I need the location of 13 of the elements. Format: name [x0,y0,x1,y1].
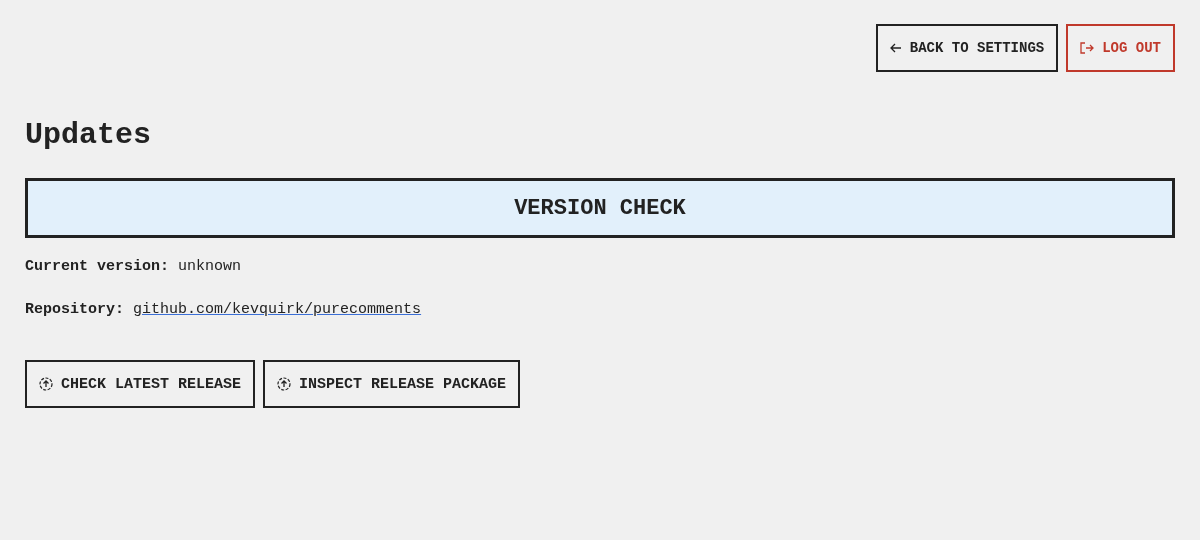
upload-icon [277,377,292,391]
info-line: Repository: github.com/kevquirk/purecomments [25,301,423,318]
upload-icon [39,377,53,391]
section-title: VERSION CHECK [514,195,686,221]
back-button[interactable]: BACK TO SETTINGS [875,24,1059,72]
repository-link[interactable]: github.com/kevquirk/purecomments [133,301,422,318]
logout-icon [1080,42,1095,54]
page-title: Updates [25,118,153,152]
action-button[interactable]: CHECK LATEST RELEASE [25,360,256,408]
logout-button[interactable]: LOG OUT [1066,24,1175,72]
action-button[interactable]: INSPECT RELEASE PACKAGE [263,360,521,408]
info-line: Current version: unknown [25,258,243,275]
arrow-left-icon [889,43,902,53]
